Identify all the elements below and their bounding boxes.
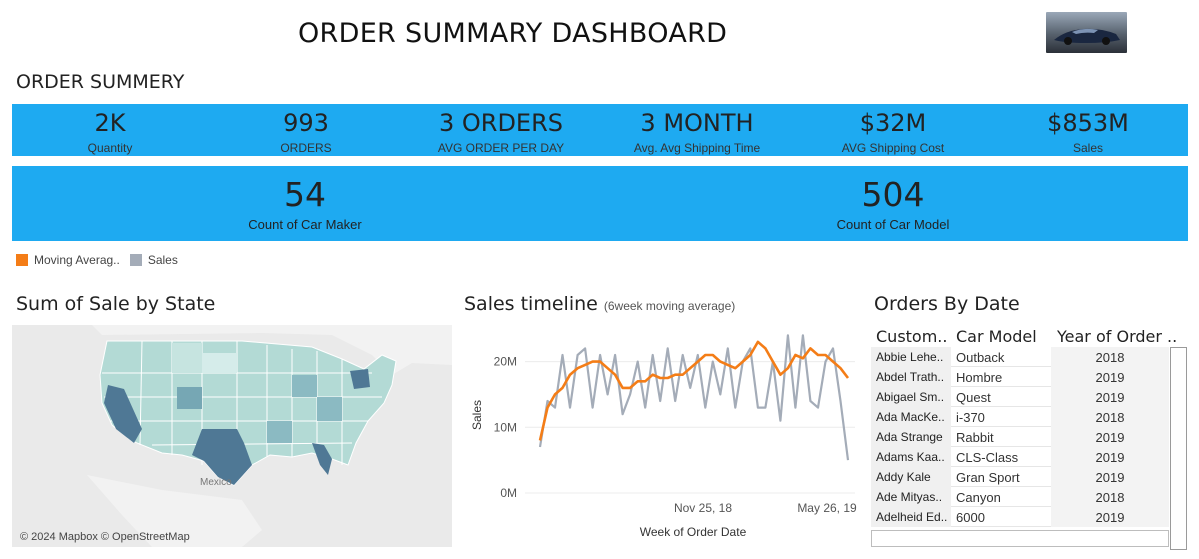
kpi-value: 54	[284, 175, 326, 214]
table-row[interactable]: Abbie Lehe.. Outback 2018	[871, 347, 1169, 367]
table-row[interactable]: Ada MacKe.. i-370 2018	[871, 407, 1169, 427]
table-panel-title: Orders By Date	[874, 293, 1020, 315]
kpi-label: ORDERS	[280, 141, 332, 155]
kpi-sales[interactable]: $853M Sales	[1047, 104, 1129, 155]
x-tick-label: May 26, 19	[797, 501, 857, 515]
cell-customer: Addy Kale	[876, 470, 931, 484]
cell-customer: Ade Mityas..	[876, 490, 943, 504]
kpi-label: AVG ORDER PER DAY	[437, 141, 565, 155]
kpi-label: Count of Car Model	[836, 217, 950, 232]
kpi-value: $853M	[1047, 109, 1129, 137]
cell-car-model: 6000	[956, 510, 985, 525]
legend-label: Sales	[147, 253, 178, 267]
table-row[interactable]: Abigael Sm.. Quest 2019	[871, 387, 1169, 407]
timeline-title-text: Sales timeline	[464, 293, 598, 315]
kpi-label: Sales	[1072, 141, 1104, 155]
map-panel-title: Sum of Sale by State	[16, 293, 216, 315]
kpi-value: $32M	[859, 109, 927, 137]
x-tick-label: Nov 25, 18	[674, 501, 732, 515]
table-row[interactable]: Ada Strange Rabbit 2019	[871, 427, 1169, 447]
cell-car-model: Outback	[956, 350, 1005, 365]
kpi-orders[interactable]: 993 ORDERS	[280, 104, 331, 155]
column-header-year[interactable]: Year of Order ..	[1057, 327, 1177, 346]
dashboard-title: ORDER SUMMARY DASHBOARD	[298, 18, 728, 49]
cell-year: 2019	[1095, 390, 1125, 405]
y-tick-label: 20M	[494, 355, 517, 369]
kpi-car-maker-count[interactable]: 54 Count of Car Maker	[248, 166, 361, 232]
cell-customer: Ada Strange	[876, 430, 943, 444]
kpi-value: 3 ORDERS	[438, 109, 564, 137]
kpi-label: Quantity	[87, 141, 133, 155]
cell-year: 2019	[1095, 430, 1125, 445]
column-header-customer[interactable]: Custom..	[876, 327, 947, 346]
cell-car-model: Hombre	[956, 370, 1003, 385]
y-tick-label: 10M	[494, 420, 517, 434]
cell-year: 2019	[1095, 510, 1125, 525]
y-axis-label: Sales	[470, 400, 484, 430]
sales-timeline-chart[interactable]: 0M 10M 20M Nov 25, 18 May 26, 19 Sales Week…	[463, 320, 863, 550]
map-label-mexico: Mexico	[200, 477, 232, 488]
chart-legend: Moving Averag.. Sales	[16, 253, 188, 267]
map-credit: © 2024 Mapbox © OpenStreetMap	[20, 531, 190, 543]
kpi-value: 993	[283, 109, 329, 137]
table-rows: Abbie Lehe.. Outback 2018 Abdel Trath.. Homb…	[871, 347, 1169, 527]
cell-car-model: Gran Sport	[956, 470, 1020, 485]
series-line-sales[interactable]	[538, 334, 850, 461]
cell-year: 2018	[1095, 490, 1125, 505]
legend-swatch-orange	[16, 254, 28, 266]
cell-customer: Abbie Lehe..	[876, 350, 944, 364]
table-row[interactable]: Adelheid Ed.. 6000 2019	[871, 507, 1169, 527]
cell-customer: Adelheid Ed..	[876, 510, 948, 524]
cell-year: 2019	[1095, 450, 1125, 465]
map-canvas: Mexico	[12, 325, 452, 547]
cell-car-model: Canyon	[956, 490, 1001, 505]
x-axis-label: Week of Order Date	[640, 525, 747, 539]
cell-car-model: Quest	[956, 390, 991, 405]
cell-car-model: CLS-Class	[956, 450, 1019, 465]
kpi-label: Avg. Avg Shipping Time	[633, 141, 761, 155]
kpi-avg-shipping-time[interactable]: 3 MONTH Avg. Avg Shipping Time	[634, 104, 760, 155]
kpi-value: 504	[861, 175, 925, 214]
legend-item-sales[interactable]: Sales	[129, 253, 178, 267]
cell-year: 2018	[1095, 410, 1125, 425]
section-title: ORDER SUMMERY	[16, 71, 185, 93]
kpi-label: AVG Shipping Cost	[841, 141, 945, 155]
cell-car-model: Rabbit	[956, 430, 994, 445]
cell-car-model: i-370	[956, 410, 985, 425]
legend-swatch-grey	[129, 254, 142, 266]
table-row[interactable]: Abdel Trath.. Hombre 2019	[871, 367, 1169, 387]
cell-customer: Adams Kaa..	[876, 450, 945, 464]
cell-year: 2019	[1095, 370, 1125, 385]
kpi-value: 2K	[94, 109, 126, 137]
kpi-label: Count of Car Maker	[248, 217, 362, 232]
cell-year: 2019	[1095, 470, 1125, 485]
timeline-svg: 0M 10M 20M Nov 25, 18 May 26, 19 Sales Week…	[470, 334, 857, 539]
kpi-avg-shipping-cost[interactable]: $32M AVG Shipping Cost	[842, 104, 945, 155]
cell-year: 2018	[1095, 350, 1125, 365]
car-image	[1046, 12, 1127, 53]
kpi-band-secondary: 54 Count of Car Maker 504 Count of Car M…	[12, 166, 1188, 241]
legend-label: Moving Averag..	[34, 253, 120, 267]
table-row[interactable]: Addy Kale Gran Sport 2019	[871, 467, 1169, 487]
cell-customer: Abdel Trath..	[876, 370, 945, 384]
cell-customer: Ada MacKe..	[876, 410, 945, 424]
timeline-panel-title: Sales timeline (6week moving average)	[464, 293, 735, 315]
cell-customer: Abigael Sm..	[876, 390, 945, 404]
kpi-quantity[interactable]: 2K Quantity	[88, 104, 133, 155]
table-row[interactable]: Ade Mityas.. Canyon 2018	[871, 487, 1169, 507]
column-header-car-model[interactable]: Car Model	[956, 327, 1037, 346]
kpi-car-model-count[interactable]: 504 Count of Car Model	[837, 166, 950, 232]
kpi-band-primary: 2K Quantity 993 ORDERS 3 ORDERS AVG ORDE…	[12, 104, 1188, 156]
table-scrollbar[interactable]	[1170, 347, 1187, 550]
kpi-value: 3 MONTH	[640, 109, 754, 137]
timeline-subtitle: (6week moving average)	[603, 299, 736, 313]
table-horizontal-scrollbar[interactable]	[871, 530, 1169, 547]
y-tick-label: 0M	[500, 486, 517, 500]
kpi-avg-orders-per-day[interactable]: 3 ORDERS AVG ORDER PER DAY	[438, 104, 564, 155]
legend-item-moving-average[interactable]: Moving Averag..	[16, 253, 120, 267]
table-row[interactable]: Adams Kaa.. CLS-Class 2019	[871, 447, 1169, 467]
sales-by-state-map[interactable]: Mexico © 2024 Mapbox © OpenStreetMap	[12, 325, 452, 547]
